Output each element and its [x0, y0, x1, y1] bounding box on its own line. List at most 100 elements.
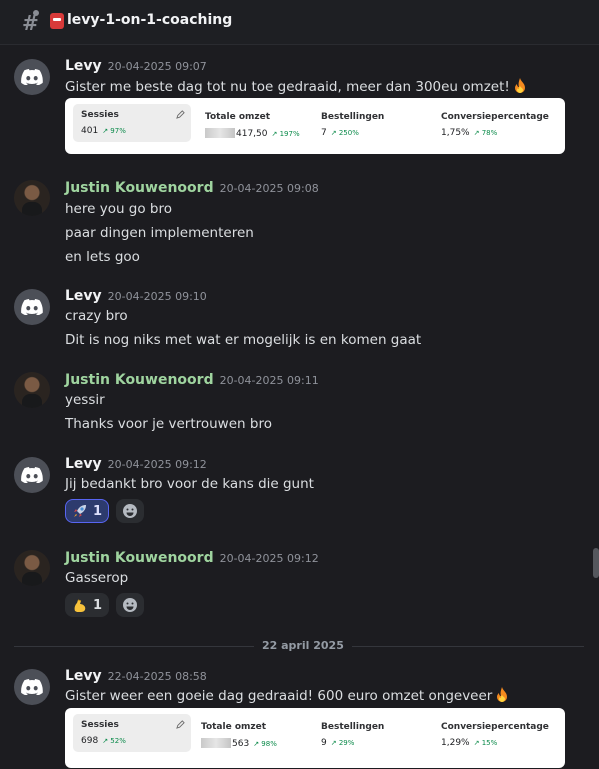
metric-change-value: 98% [261, 740, 277, 748]
timestamp: 20-04-2025 09:12 [219, 552, 319, 565]
metric-conversion: Conversiepercentage 1,29% ↗ 15% [433, 716, 563, 752]
timestamp: 20-04-2025 09:08 [219, 182, 319, 195]
message-text: Dit is nog niks met wat er mogelijk is e… [65, 332, 422, 348]
date-divider-label: 22 april 2025 [254, 639, 352, 652]
analytics-card: Sessies 698 ↗ 52% Totale omzet 563 ↗ 98% B… [65, 708, 565, 768]
message-text: Gasserop [65, 570, 129, 586]
metric-value: 7 ↗ 250% [321, 128, 359, 138]
message-text: crazy bro [65, 308, 128, 324]
metric-number: 401 [81, 126, 99, 136]
message-header: Levy 20-04-2025 09:10 [65, 288, 207, 304]
metric-orders: Bestellingen 9 ↗ 29% [313, 716, 433, 752]
message-text: yessir [65, 392, 105, 408]
metric-sessions[interactable]: Sessies 698 ↗ 52% [73, 714, 191, 752]
metric-change: ↗ 197% [271, 130, 300, 138]
metric-orders: Bestellingen 7 ↗ 250% [313, 106, 433, 142]
avatar[interactable] [14, 457, 50, 493]
message-text: Gister weer een goeie dag gedraaid! 600 … [65, 687, 509, 704]
message-text: Jij bedankt bro voor de kans die gunt [65, 476, 314, 492]
reaction-count: 1 [93, 503, 103, 519]
message-text: Thanks voor je vertrouwen bro [65, 416, 272, 432]
metric-value: 417,50 ↗ 197% [205, 128, 300, 139]
timestamp: 20-04-2025 09:12 [107, 458, 207, 471]
username[interactable]: Levy [65, 668, 102, 684]
metric-number: 563 [232, 739, 250, 749]
message-header: Levy 22-04-2025 08:58 [65, 668, 207, 684]
metric-change: ↗ 52% [102, 737, 126, 745]
metric-change-value: 197% [279, 130, 300, 138]
metric-change: ↗ 97% [102, 127, 126, 135]
timestamp: 20-04-2025 09:07 [107, 60, 207, 73]
message-line: Gister me beste dag tot nu toe gedraaid,… [65, 79, 510, 95]
redacted-value [201, 738, 231, 748]
rocket-emoji-icon [74, 505, 86, 517]
discord-logo-icon [21, 69, 43, 85]
metric-label: Totale omzet [205, 112, 271, 122]
avatar[interactable] [14, 550, 50, 586]
username[interactable]: Justin Kouwenoord [65, 372, 214, 388]
username[interactable]: Justin Kouwenoord [65, 550, 214, 566]
metric-value: 401 ↗ 97% [81, 126, 126, 136]
metric-change-value: 29% [338, 739, 355, 747]
metric-number: 7 [321, 128, 327, 138]
reaction-flexed-biceps[interactable]: 1 [65, 593, 110, 617]
scrollbar-thumb[interactable] [593, 548, 599, 578]
metric-change: ↗ 78% [473, 129, 498, 137]
metric-change-value: 250% [338, 129, 359, 137]
metric-number: 1,29% [441, 738, 470, 748]
avatar[interactable] [14, 59, 50, 95]
metric-value: 563 ↗ 98% [201, 738, 277, 749]
avatar[interactable] [14, 180, 50, 216]
fire-emoji-icon [497, 687, 508, 702]
message-text: Gister me beste dag tot nu toe gedraaid,… [65, 78, 527, 95]
timestamp: 22-04-2025 08:58 [107, 670, 207, 683]
metric-sessions[interactable]: Sessies 401 ↗ 97% [73, 104, 191, 142]
message-header: Justin Kouwenoord 20-04-2025 09:11 [65, 372, 319, 388]
metric-change-value: 52% [110, 737, 126, 745]
metric-label: Bestellingen [321, 722, 385, 732]
avatar[interactable] [14, 289, 50, 325]
discord-logo-icon [21, 679, 43, 695]
metric-change-value: 97% [110, 127, 126, 135]
add-reaction-button[interactable] [116, 593, 144, 617]
smiley-icon [123, 598, 137, 612]
metric-value: 9 ↗ 29% [321, 738, 354, 748]
metric-revenue: Totale omzet 563 ↗ 98% [193, 716, 313, 752]
metric-change: ↗ 29% [330, 739, 355, 747]
avatar[interactable] [14, 372, 50, 408]
metric-number: 417,50 [236, 129, 268, 139]
siren-emoji-icon [50, 13, 64, 29]
metric-label: Bestellingen [321, 112, 385, 122]
message-text: here you go bro [65, 201, 173, 217]
username[interactable]: Justin Kouwenoord [65, 180, 214, 196]
channel-header: # levy-1-on-1-coaching [0, 0, 599, 45]
pencil-icon [176, 110, 185, 119]
metric-change-value: 78% [481, 129, 498, 137]
metric-change: ↗ 250% [330, 129, 359, 137]
metric-change: ↗ 98% [253, 740, 277, 748]
metric-conversion: Conversiepercentage 1,75% ↗ 78% [433, 106, 563, 142]
analytics-card: Sessies 401 ↗ 97% Totale omzet 417,50 ↗ 19… [65, 98, 565, 154]
reaction-rocket[interactable]: 1 [65, 499, 110, 523]
username[interactable]: Levy [65, 58, 102, 74]
metric-value: 698 ↗ 52% [81, 736, 126, 746]
metric-number: 9 [321, 738, 327, 748]
metric-label: Conversiepercentage [441, 722, 549, 732]
smiley-icon [123, 504, 137, 518]
timestamp: 20-04-2025 09:10 [107, 290, 207, 303]
metric-value: 1,29% ↗ 15% [441, 738, 497, 748]
add-reaction-button[interactable] [116, 499, 144, 523]
discord-logo-icon [21, 467, 43, 483]
username[interactable]: Levy [65, 456, 102, 472]
message-text: en lets goo [65, 249, 140, 265]
username[interactable]: Levy [65, 288, 102, 304]
metric-number: 1,75% [441, 128, 470, 138]
message-text: paar dingen implementeren [65, 225, 254, 241]
message-header: Justin Kouwenoord 20-04-2025 09:08 [65, 180, 319, 196]
channel-hash-icon: # [22, 10, 39, 35]
discord-logo-icon [21, 299, 43, 315]
message-header: Justin Kouwenoord 20-04-2025 09:12 [65, 550, 319, 566]
avatar[interactable] [14, 669, 50, 705]
reaction-count: 1 [93, 597, 103, 613]
metric-value: 1,75% ↗ 78% [441, 128, 497, 138]
